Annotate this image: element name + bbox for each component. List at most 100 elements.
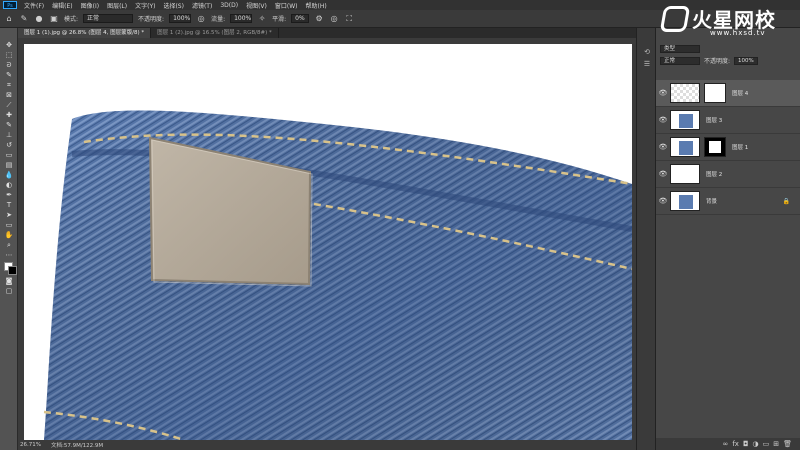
layer-thumbnail xyxy=(670,110,700,130)
layer-row[interactable]: 👁 图层 3 xyxy=(656,107,800,134)
layer-name[interactable]: 图层 2 xyxy=(706,170,722,178)
blur-tool-icon[interactable]: 💧 xyxy=(0,170,18,180)
path-select-tool-icon[interactable]: ➤ xyxy=(0,210,18,220)
layers-panel-footer: ∞ fx ◘ ◑ ▭ ⊞ 🗑 xyxy=(656,438,800,450)
stamp-tool-icon[interactable]: ⊥ xyxy=(0,130,18,140)
zoom-tool-icon[interactable]: ⌕ xyxy=(0,240,18,250)
add-mask-icon[interactable]: ◘ xyxy=(743,440,749,448)
menu-edit[interactable]: 编辑(E) xyxy=(48,1,76,10)
menu-select[interactable]: 选择(S) xyxy=(159,1,188,10)
color-swatches[interactable] xyxy=(0,260,17,276)
delete-layer-icon[interactable]: 🗑 xyxy=(783,440,792,448)
layer-thumbnail xyxy=(670,137,700,157)
flow-input[interactable]: 100% xyxy=(230,14,253,23)
layer-name[interactable]: 背景 xyxy=(706,197,717,205)
shape-tool-icon[interactable]: ▭ xyxy=(0,220,18,230)
layer-row[interactable]: 👁 图层 4 xyxy=(656,80,800,107)
document-tabs: 图层 1 (1).jpg @ 26.8% (图层 4, 图层蒙版/8) * 图层… xyxy=(18,28,636,38)
smooth-label: 平滑: xyxy=(272,16,287,23)
type-tool-icon[interactable]: T xyxy=(0,200,18,210)
panel-opacity-input[interactable]: 100% xyxy=(734,56,759,65)
dodge-tool-icon[interactable]: ◐ xyxy=(0,180,18,190)
layer-thumbnail xyxy=(670,164,700,184)
gear-icon[interactable]: ⚙ xyxy=(314,14,324,24)
history-brush-tool-icon[interactable]: ↺ xyxy=(0,140,18,150)
marquee-tool-icon[interactable]: ⬚ xyxy=(0,50,18,60)
quick-mask-icon[interactable]: ◙ xyxy=(0,276,18,286)
smooth-input[interactable]: 0% xyxy=(291,14,310,23)
layer-thumbnail xyxy=(670,191,700,211)
pressure-size-icon[interactable]: ◎ xyxy=(329,14,339,24)
gradient-tool-icon[interactable]: ▤ xyxy=(0,160,18,170)
layer-name[interactable]: 图层 1 xyxy=(732,143,748,151)
menu-window[interactable]: 窗口(W) xyxy=(271,1,302,10)
document-canvas[interactable] xyxy=(24,44,632,440)
visibility-eye-icon[interactable]: 👁 xyxy=(656,116,670,124)
layer-row[interactable]: 👁 图层 1 xyxy=(656,134,800,161)
opacity-label: 不透明度: xyxy=(138,16,165,23)
mode-select[interactable]: 正常 xyxy=(83,14,134,23)
lasso-tool-icon[interactable]: ᘐ xyxy=(0,60,18,70)
frame-tool-icon[interactable]: ⊠ xyxy=(0,90,18,100)
eraser-tool-icon[interactable]: ▭ xyxy=(0,150,18,160)
layer-mask-thumbnail[interactable] xyxy=(704,137,726,157)
new-group-icon[interactable]: ▭ xyxy=(763,440,770,448)
pressure-opacity-icon[interactable]: ◎ xyxy=(196,14,206,24)
new-layer-icon[interactable]: ⊞ xyxy=(773,440,779,448)
eyedropper-tool-icon[interactable]: ⟋ xyxy=(0,100,18,110)
panel-icon-strip: ⟲ ☰ xyxy=(636,28,656,450)
background-color-swatch[interactable] xyxy=(8,266,17,275)
hand-tool-icon[interactable]: ✋ xyxy=(0,230,18,240)
airbrush-icon[interactable]: ✧ xyxy=(257,14,267,24)
flow-label: 流量: xyxy=(211,16,226,23)
layer-name[interactable]: 图层 3 xyxy=(706,116,722,124)
quick-select-tool-icon[interactable]: ✎ xyxy=(0,70,18,80)
crop-tool-icon[interactable]: ⌗ xyxy=(0,80,18,90)
layer-mask-thumbnail[interactable] xyxy=(704,83,726,103)
layer-style-icon[interactable]: fx xyxy=(732,440,739,448)
layer-name[interactable]: 图层 4 xyxy=(732,89,748,97)
canvas-artwork xyxy=(43,110,632,440)
link-layers-icon[interactable]: ∞ xyxy=(723,440,729,448)
pen-tool-icon[interactable]: ✒ xyxy=(0,190,18,200)
blend-mode-select[interactable]: 正常 xyxy=(660,56,700,65)
home-icon[interactable]: ⌂ xyxy=(4,14,14,24)
menu-filter[interactable]: 滤镜(T) xyxy=(188,1,216,10)
tab-document-1[interactable]: 图层 1 (1).jpg @ 26.8% (图层 4, 图层蒙版/8) * xyxy=(18,28,152,38)
adjustment-layer-icon[interactable]: ◑ xyxy=(753,440,759,448)
menu-layer[interactable]: 图层(L) xyxy=(103,1,131,10)
layers-panel: 类型 正常 不透明度: 100% 👁 图层 4 👁 图层 3 👁 图层 1 👁 … xyxy=(656,28,800,450)
visibility-eye-icon[interactable]: 👁 xyxy=(656,143,670,151)
properties-panel-icon[interactable]: ☰ xyxy=(637,58,657,70)
mode-label: 模式: xyxy=(64,16,79,23)
menu-type[interactable]: 文字(Y) xyxy=(131,1,159,10)
visibility-eye-icon[interactable]: 👁 xyxy=(656,170,670,178)
screen-mode-icon[interactable]: ▢ xyxy=(0,286,18,296)
visibility-eye-icon[interactable]: 👁 xyxy=(656,89,670,97)
tab-document-2[interactable]: 图层 1 (2).jpg @ 16.5% (图层 2, RGB/8#) * xyxy=(151,28,279,38)
brush-tool-icon[interactable]: ✎ xyxy=(0,120,18,130)
brush-panel-icon[interactable]: ▣ xyxy=(49,14,59,24)
menu-help[interactable]: 帮助(H) xyxy=(302,1,331,10)
opacity-input[interactable]: 100% xyxy=(169,14,192,23)
document-size: 文档:57.9M/122.9M xyxy=(50,443,104,449)
layer-row[interactable]: 👁 背景 🔒 xyxy=(656,188,800,215)
healing-tool-icon[interactable]: ✚ xyxy=(0,110,18,120)
symmetry-icon[interactable]: ⛶ xyxy=(344,14,354,24)
layer-thumbnail xyxy=(670,83,700,103)
menu-3d[interactable]: 3D(D) xyxy=(216,2,242,9)
menu-view[interactable]: 视图(V) xyxy=(242,1,271,10)
layer-row[interactable]: 👁 图层 2 xyxy=(656,161,800,188)
tools-panel: ✥ ⬚ ᘐ ✎ ⌗ ⊠ ⟋ ✚ ✎ ⊥ ↺ ▭ ▤ 💧 ◐ ✒ T ➤ ▭ ✋ … xyxy=(0,28,18,450)
history-panel-icon[interactable]: ⟲ xyxy=(637,46,657,58)
more-tools-icon[interactable]: ⋯ xyxy=(0,250,18,260)
brush-preset-icon[interactable]: ● xyxy=(34,14,44,24)
visibility-eye-icon[interactable]: 👁 xyxy=(656,197,670,205)
move-tool-icon[interactable]: ✥ xyxy=(0,40,18,50)
zoom-level[interactable]: 26.71% xyxy=(20,442,41,448)
menu-file[interactable]: 文件(F) xyxy=(20,1,48,10)
brush-icon[interactable]: ✎ xyxy=(19,14,29,24)
menu-image[interactable]: 图像(I) xyxy=(77,1,103,10)
layer-kind-filter[interactable]: 类型 xyxy=(660,44,700,53)
layers-list: 👁 图层 4 👁 图层 3 👁 图层 1 👁 图层 2 👁 背景 🔒 xyxy=(656,80,800,215)
